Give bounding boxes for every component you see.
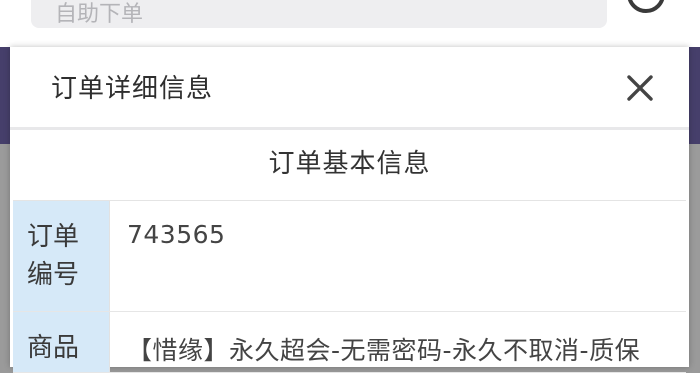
- order-number-value-cell: 743565: [110, 201, 686, 311]
- product-value-cell: 【惜缘】永久超会-无需密码-永久不取消-质保: [110, 312, 686, 372]
- table-row-order-number: 订单编号 743565: [13, 201, 686, 312]
- table-row-product: 商品 【惜缘】永久超会-无需密码-永久不取消-质保: [13, 312, 686, 373]
- search-placeholder: 自助下单: [55, 2, 144, 27]
- background-header: 自助下单: [0, 0, 700, 47]
- order-number-label: 订单编号: [27, 222, 80, 290]
- refresh-icon[interactable]: [622, 0, 666, 18]
- order-number-label-cell: 订单编号: [13, 201, 110, 311]
- search-input[interactable]: 自助下单: [31, 0, 607, 28]
- section-title: 订单基本信息: [13, 130, 686, 201]
- modal-title: 订单详细信息: [51, 74, 214, 104]
- order-info-table: 订单编号 743565 商品 【惜缘】永久超会-无需密码-永久不取消-质保: [13, 201, 686, 373]
- product-value: 【惜缘】永久超会-无需密码-永久不取消-质保: [127, 336, 641, 365]
- modal-header: 订单详细信息: [10, 47, 689, 130]
- order-number-value: 743565: [127, 220, 226, 249]
- close-icon[interactable]: [623, 71, 657, 105]
- order-detail-modal: 订单详细信息 订单基本信息 订单编号 743565 商品 【惜缘】永久超会-无需…: [10, 47, 689, 373]
- product-label: 商品: [27, 333, 80, 363]
- product-label-cell: 商品: [13, 312, 110, 372]
